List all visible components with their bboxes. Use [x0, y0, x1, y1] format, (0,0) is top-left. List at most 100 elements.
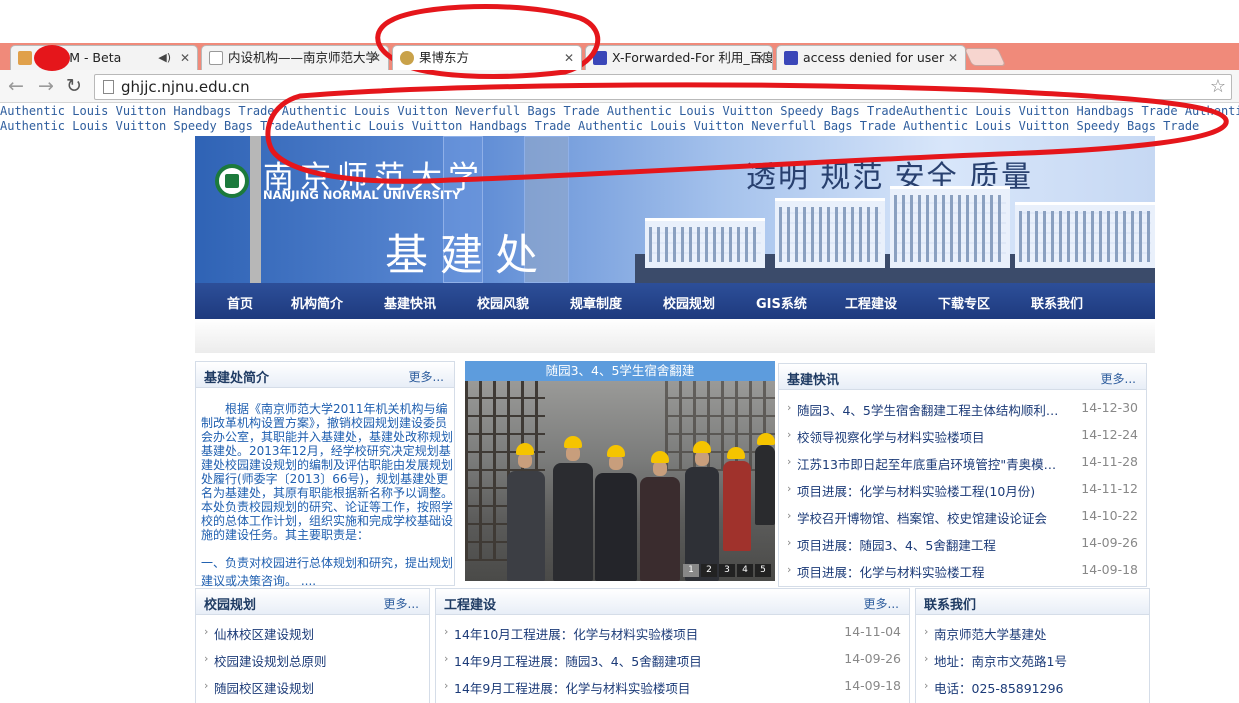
news-item[interactable]: › 项目进展：化学与材料实验楼工程(10月份) 14-11-12	[787, 481, 1138, 503]
bookmark-star-icon[interactable]: ☆	[1210, 76, 1226, 97]
person-face	[653, 461, 667, 476]
news-title[interactable]: 校领导视察化学与材料实验楼项目	[797, 427, 1060, 446]
nav-contact[interactable]: 联系我们	[1031, 293, 1083, 312]
bullet-arrow-icon: ›	[204, 625, 209, 638]
close-icon[interactable]: ✕	[948, 46, 958, 70]
project-title[interactable]: 14年9月工程进展：随园3、4、5舍翻建项目	[454, 651, 821, 670]
main-nav: 首页 机构简介 基建快讯 校园风貌 规章制度 校园规划 GIS系统 工程建设 下…	[195, 283, 1155, 319]
nav-projects[interactable]: 工程建设	[845, 293, 897, 312]
news-title[interactable]: 学校召开博物馆、档案馆、校史馆建设论证会	[797, 508, 1060, 527]
tab-label: X-Forwarded-For 利用_百度	[612, 50, 773, 65]
planning-item[interactable]: › 校园建设规划总原则	[204, 651, 421, 673]
panel-header: 校园规划 更多...	[196, 589, 429, 615]
project-title[interactable]: 14年9月工程进展：化学与材料实验楼项目	[454, 678, 821, 697]
slider-page-button[interactable]: 3	[719, 564, 735, 577]
nav-home[interactable]: 首页	[227, 293, 253, 312]
planning-item[interactable]: › 仙林校区建设规划	[204, 624, 421, 646]
more-link[interactable]: 更多...	[1101, 370, 1136, 387]
back-icon[interactable]: ←	[8, 76, 24, 96]
nav-gis[interactable]: GIS系统	[756, 293, 807, 312]
tab-label: 果博东方	[419, 50, 470, 65]
url-text[interactable]: ghjjc.njnu.edu.cn	[121, 78, 250, 96]
project-panel: 工程建设 更多... › 14年10月工程进展：化学与材料实验楼项目 14-11-0…	[435, 588, 910, 703]
slider-caption[interactable]: 随园3、4、5学生宿舍翻建	[465, 361, 775, 381]
news-date: 14-09-26	[1081, 535, 1138, 550]
news-item[interactable]: › 随园3、4、5学生宿舍翻建工程主体结构顺利封顶... 14-12-30	[787, 400, 1138, 422]
tab-guobo[interactable]: 果博东方 ✕	[392, 45, 582, 70]
bullet-arrow-icon: ›	[204, 679, 209, 692]
nav-subbar	[195, 319, 1155, 353]
forward-icon[interactable]: →	[38, 76, 54, 96]
nav-about[interactable]: 机构简介	[291, 293, 343, 312]
project-item[interactable]: › 14年9月工程进展：化学与材料实验楼项目 14-09-18	[444, 678, 901, 700]
baidu-paw-icon	[593, 51, 607, 65]
slider-pager: 1 2 3 4 5	[683, 564, 771, 577]
address-bar[interactable]: ghjjc.njnu.edu.cn ☆	[94, 74, 1232, 100]
spam-link-line[interactable]: Authentic Louis Vuitton Handbags Trade A…	[0, 104, 1239, 119]
nav-downloads[interactable]: 下载专区	[938, 293, 990, 312]
casino-icon	[400, 51, 414, 65]
nav-planning[interactable]: 校园规划	[663, 293, 715, 312]
project-item[interactable]: › 14年9月工程进展：随园3、4、5舍翻建项目 14-09-26	[444, 651, 901, 673]
news-item[interactable]: › 学校召开博物馆、档案馆、校史馆建设论证会 14-10-22	[787, 508, 1138, 530]
department-title: 基建处	[385, 231, 550, 281]
nav-regulations[interactable]: 规章制度	[570, 293, 622, 312]
news-item[interactable]: › 江苏13市即日起至年底重启环境管控"青奥模式... 14-11-28	[787, 454, 1138, 476]
slider-page-button[interactable]: 2	[701, 564, 717, 577]
close-icon[interactable]: ✕	[180, 46, 190, 70]
intro-text: 根据《南京师范大学2011年机关机构与编制改革机构设置方案》，撤销校园规划建设委…	[201, 402, 454, 542]
panel-title: 基建快讯	[787, 373, 840, 388]
tab-x-forwarded[interactable]: X-Forwarded-For 利用_百度 ✕	[585, 45, 773, 70]
person-figure	[595, 473, 637, 581]
planning-title[interactable]: 随园校区建设规划	[214, 678, 314, 697]
more-link[interactable]: 更多...	[384, 595, 419, 612]
news-title[interactable]: 项目进展：化学与材料实验楼工程	[797, 562, 1060, 581]
tab-label: 豆瓣FM - Beta	[37, 50, 122, 65]
slider-page-button[interactable]: 1	[683, 564, 699, 577]
tab-nnu-institutions[interactable]: 内设机构——南京师范大学 ✕	[201, 45, 389, 70]
news-title[interactable]: 江苏13市即日起至年底重启环境管控"青奥模式...	[797, 454, 1060, 473]
close-icon[interactable]: ✕	[755, 46, 765, 70]
spam-link-line[interactable]: Authentic Louis Vuitton Speedy Bags Trad…	[0, 119, 1239, 134]
planning-panel: 校园规划 更多... › 仙林校区建设规划 › 校园建设规划总原则 › 随园校区建设规…	[195, 588, 430, 703]
douban-icon	[18, 51, 32, 65]
planning-item[interactable]: › 随园校区建设规划	[204, 678, 421, 700]
person-face	[566, 446, 580, 461]
nav-news[interactable]: 基建快讯	[384, 293, 436, 312]
more-link[interactable]: 更多...	[864, 595, 899, 612]
bullet-arrow-icon: ›	[787, 482, 792, 495]
news-item[interactable]: › 项目进展：化学与材料实验楼工程 14-09-18	[787, 562, 1138, 584]
project-item[interactable]: › 14年10月工程进展：化学与材料实验楼项目 14-11-04	[444, 624, 901, 646]
panel-header: 基建快讯 更多...	[779, 364, 1146, 390]
bullet-arrow-icon: ›	[204, 652, 209, 665]
planning-title[interactable]: 校园建设规划总原则	[214, 651, 327, 670]
nav-campus[interactable]: 校园风貌	[477, 293, 529, 312]
photo-slider[interactable]: 随园3、4、5学生宿舍翻建 1 2 3 4 5	[465, 361, 775, 581]
person-figure	[723, 461, 751, 551]
hardhat-icon	[727, 447, 745, 459]
panel-title: 校园规划	[204, 598, 257, 613]
close-icon[interactable]: ✕	[371, 46, 381, 70]
tab-access-denied[interactable]: access denied for user ✕	[776, 45, 966, 70]
project-title[interactable]: 14年10月工程进展：化学与材料实验楼项目	[454, 624, 821, 643]
building-image	[1015, 202, 1155, 268]
news-title[interactable]: 项目进展：化学与材料实验楼工程(10月份)	[797, 481, 1060, 500]
person-figure	[507, 471, 545, 581]
panel-header: 基建处简介 更多...	[196, 362, 454, 388]
close-icon[interactable]: ✕	[564, 46, 574, 70]
news-item[interactable]: › 校领导视察化学与材料实验楼项目 14-12-24	[787, 427, 1138, 449]
slider-image[interactable]	[465, 381, 775, 581]
site-banner: 南京师范大学 NANJING NORMAL UNIVERSITY 基建处 透明 …	[195, 136, 1155, 283]
news-item[interactable]: › 项目进展：随园3、4、5舍翻建工程 14-09-26	[787, 535, 1138, 557]
contact-text: 南京师范大学基建处	[934, 627, 1047, 642]
reload-icon[interactable]: ↻	[66, 76, 82, 96]
more-link[interactable]: 更多...	[409, 368, 444, 385]
slider-page-button[interactable]: 5	[755, 564, 771, 577]
tab-douban[interactable]: 豆瓣FM - Beta ◀) ✕	[10, 45, 198, 70]
news-title[interactable]: 随园3、4、5学生宿舍翻建工程主体结构顺利封顶...	[797, 400, 1060, 419]
slider-page-button[interactable]: 4	[737, 564, 753, 577]
tab-label: access denied for user	[803, 50, 945, 65]
news-title[interactable]: 项目进展：随园3、4、5舍翻建工程	[797, 535, 1060, 554]
panel-title: 联系我们	[924, 598, 977, 613]
planning-title[interactable]: 仙林校区建设规划	[214, 624, 314, 643]
